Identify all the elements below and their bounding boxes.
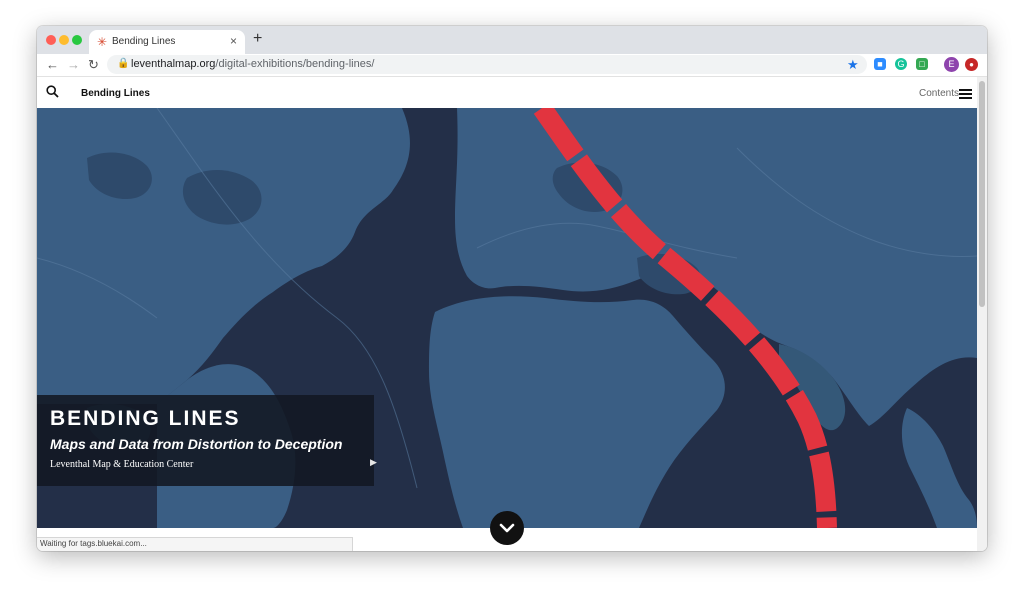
forward-icon[interactable]: → — [67, 57, 80, 73]
url-domain: leventhalmap.org — [131, 58, 216, 70]
site-brand[interactable]: Bending Lines — [81, 88, 150, 99]
hero-subtitle: Maps and Data from Distortion to Decepti… — [50, 436, 343, 452]
close-window-button[interactable] — [46, 35, 56, 45]
contents-link[interactable]: Contents — [919, 88, 959, 99]
back-icon[interactable]: ← — [46, 57, 59, 73]
tab-bar: ✳ Bending Lines × + — [37, 26, 987, 54]
hero-title: BENDING LINES — [50, 407, 241, 430]
screen-extension-icon[interactable]: □ — [916, 58, 928, 70]
favicon-icon: ✳ — [97, 35, 108, 49]
status-text: Waiting for tags.bluekai.com... — [40, 539, 147, 548]
chevron-down-icon — [499, 523, 515, 533]
scrollbar-thumb[interactable] — [979, 81, 985, 307]
profile-avatar[interactable]: E — [944, 57, 959, 72]
extension-red-icon[interactable]: ● — [965, 58, 978, 71]
browser-window: ✳ Bending Lines × + ← → ↻ 🔒 leventhalmap… — [37, 26, 987, 551]
browser-toolbar: ← → ↻ 🔒 leventhalmap.org/digital-exhibit… — [37, 54, 987, 77]
tab-title: Bending Lines — [112, 36, 176, 47]
address-bar[interactable]: 🔒 leventhalmap.org/digital-exhibitions/b… — [107, 55, 867, 74]
url-text: leventhalmap.org/digital-exhibitions/ben… — [131, 58, 374, 70]
search-icon[interactable] — [46, 85, 59, 103]
menu-icon[interactable] — [959, 86, 972, 104]
hero-map: BENDING LINES Maps and Data from Distort… — [37, 108, 977, 528]
lock-icon: 🔒 — [117, 58, 130, 69]
reload-icon[interactable]: ↻ — [88, 57, 99, 73]
browser-tab[interactable]: ✳ Bending Lines × — [89, 30, 245, 54]
tab-close-icon[interactable]: × — [230, 34, 237, 48]
hero-caption: BENDING LINES Maps and Data from Distort… — [37, 395, 374, 486]
page-scrollbar[interactable] — [977, 77, 987, 551]
url-path: /digital-exhibitions/bending-lines/ — [215, 58, 375, 70]
status-bar: Waiting for tags.bluekai.com... — [37, 537, 353, 551]
grammarly-extension-icon[interactable]: G — [895, 58, 907, 70]
new-tab-button[interactable]: + — [253, 30, 262, 48]
play-icon[interactable]: ▶ — [370, 457, 377, 468]
scroll-down-button[interactable] — [490, 511, 524, 545]
zoom-extension-icon[interactable]: ■ — [874, 58, 886, 70]
maximize-window-button[interactable] — [72, 35, 82, 45]
hero-organization: Leventhal Map & Education Center — [50, 459, 194, 470]
bookmark-star-icon[interactable]: ★ — [847, 57, 859, 73]
site-header: Bending Lines Contents — [37, 77, 977, 108]
minimize-window-button[interactable] — [59, 35, 69, 45]
